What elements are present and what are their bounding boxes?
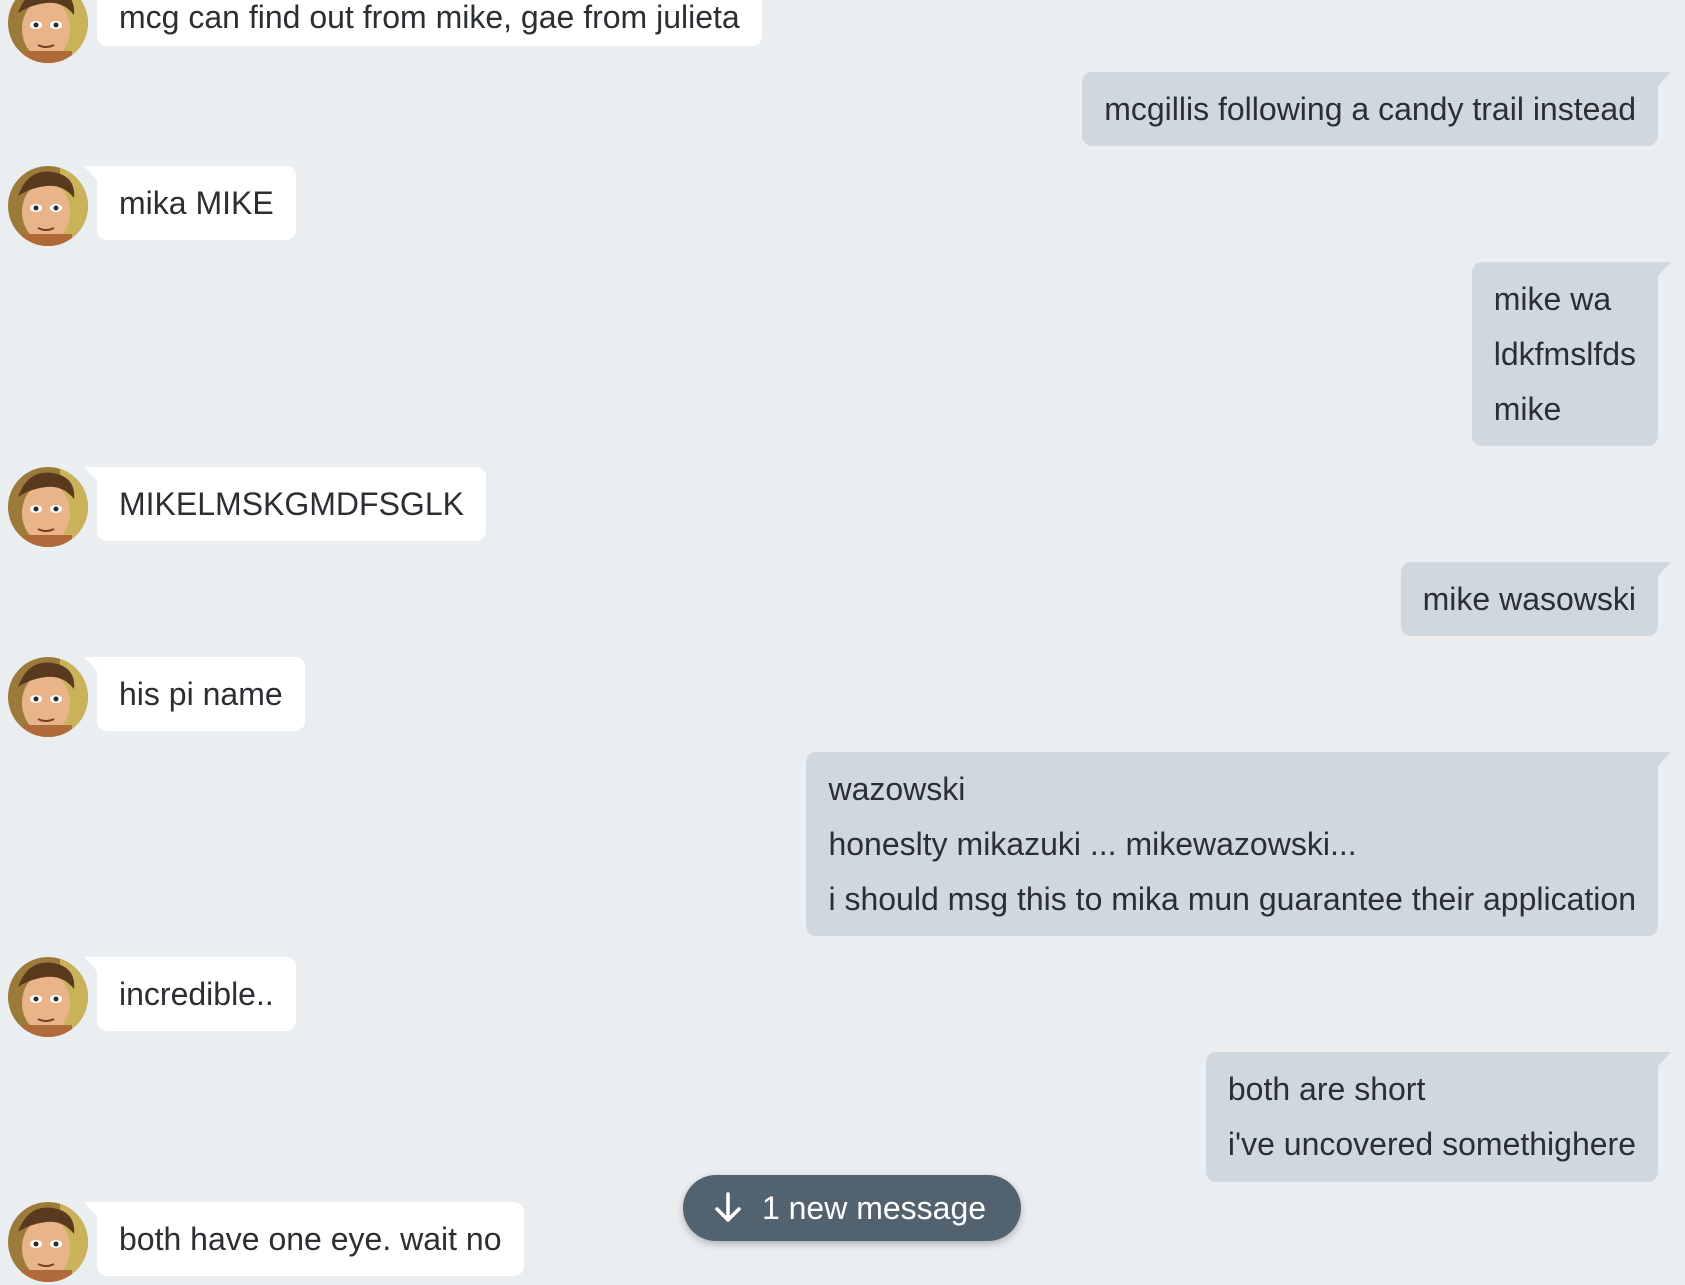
incoming-message-bubble[interactable]: his pi name (84, 657, 305, 731)
outgoing-message-bubble[interactable]: mcgillis following a candy trail instead (1082, 72, 1671, 146)
user-avatar-icon[interactable] (8, 657, 88, 737)
message-text: mcgillis following a candy trail instead (1104, 91, 1636, 127)
user-avatar-icon[interactable] (8, 0, 88, 63)
message-text: i should msg this to mika mun guarantee … (828, 881, 1636, 917)
user-avatar-icon[interactable] (8, 1202, 88, 1282)
incoming-message-bubble[interactable]: mcg can find out from mike, gae from jul… (97, 0, 762, 46)
message-text: MIKELMSKGMDFSGLK (119, 486, 464, 522)
message-text: mike wasowski (1422, 581, 1636, 617)
message-text: incredible.. (119, 976, 274, 1012)
incoming-message-bubble[interactable]: both have one eye. wait no (84, 1202, 524, 1276)
message-text: mika MIKE (119, 185, 274, 221)
message-text: both have one eye. wait no (119, 1221, 502, 1257)
message-text: mike (1493, 391, 1562, 427)
outgoing-message-bubble[interactable]: mike wasowski (1400, 562, 1672, 636)
message-text: mike wa (1493, 281, 1612, 317)
arrow-down-icon (710, 1190, 746, 1226)
new-message-button[interactable]: 1 new message (683, 1175, 1021, 1241)
message-text: ldkfmslfds (1493, 336, 1636, 372)
incoming-message-bubble[interactable]: mika MIKE (84, 166, 296, 240)
message-text: i've uncovered somethighere (1227, 1126, 1636, 1162)
user-avatar-icon[interactable] (8, 467, 88, 547)
user-avatar-icon[interactable] (8, 166, 88, 246)
message-text: both are short (1227, 1071, 1426, 1107)
message-text: honeslty mikazuki ... mikewazowski... (828, 826, 1357, 862)
outgoing-message-bubble[interactable]: both are short i've uncovered somethighe… (1205, 1052, 1672, 1182)
message-text: wazowski (828, 771, 966, 807)
message-text: mcg can find out from mike, gae from jul… (119, 0, 740, 35)
outgoing-message-bubble[interactable]: wazowski honeslty mikazuki ... mikewazow… (806, 752, 1671, 936)
outgoing-message-bubble[interactable]: mike wa ldkfmslfds mike (1471, 262, 1672, 446)
incoming-message-bubble[interactable]: incredible.. (84, 957, 296, 1031)
user-avatar-icon[interactable] (8, 957, 88, 1037)
chat-message-list[interactable]: mcg can find out from mike, gae from jul… (0, 0, 1685, 1285)
message-text: his pi name (119, 676, 283, 712)
new-message-label: 1 new message (761, 1189, 987, 1226)
incoming-message-bubble[interactable]: MIKELMSKGMDFSGLK (84, 467, 486, 541)
